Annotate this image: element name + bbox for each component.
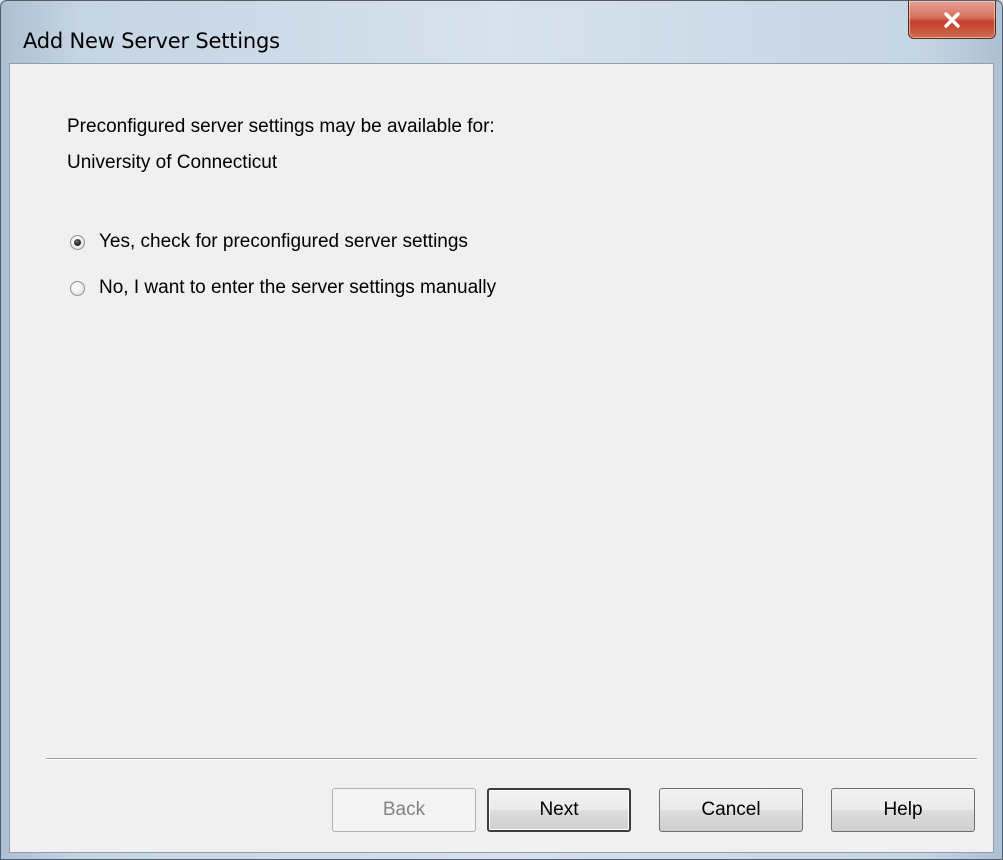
window-title: Add New Server Settings: [23, 29, 280, 53]
intro-text: Preconfigured server settings may be ava…: [67, 116, 495, 137]
radio-button-selected[interactable]: [70, 234, 85, 250]
close-button[interactable]: [908, 1, 996, 39]
server-name-text: University of Connecticut: [67, 152, 278, 173]
close-icon: [944, 12, 960, 28]
radio-no-manual[interactable]: No, I want to enter the server settings …: [70, 276, 496, 300]
next-button[interactable]: Next: [487, 788, 631, 832]
button-separator: [46, 758, 977, 760]
radio-yes-label[interactable]: Yes, check for preconfigured server sett…: [99, 231, 468, 253]
back-button[interactable]: Back: [332, 788, 476, 832]
radio-selected-dot: [74, 238, 81, 246]
radio-no-label[interactable]: No, I want to enter the server settings …: [99, 277, 496, 299]
dialog-window: Add New Server Settings Preconfigured se…: [0, 0, 1003, 860]
title-bar[interactable]: Add New Server Settings: [1, 1, 1002, 63]
radio-yes-preconfigured[interactable]: Yes, check for preconfigured server sett…: [70, 230, 468, 254]
cancel-button[interactable]: Cancel: [659, 788, 803, 832]
dialog-content: Preconfigured server settings may be ava…: [9, 63, 994, 853]
radio-button-unselected[interactable]: [70, 280, 85, 296]
help-button[interactable]: Help: [831, 788, 975, 832]
